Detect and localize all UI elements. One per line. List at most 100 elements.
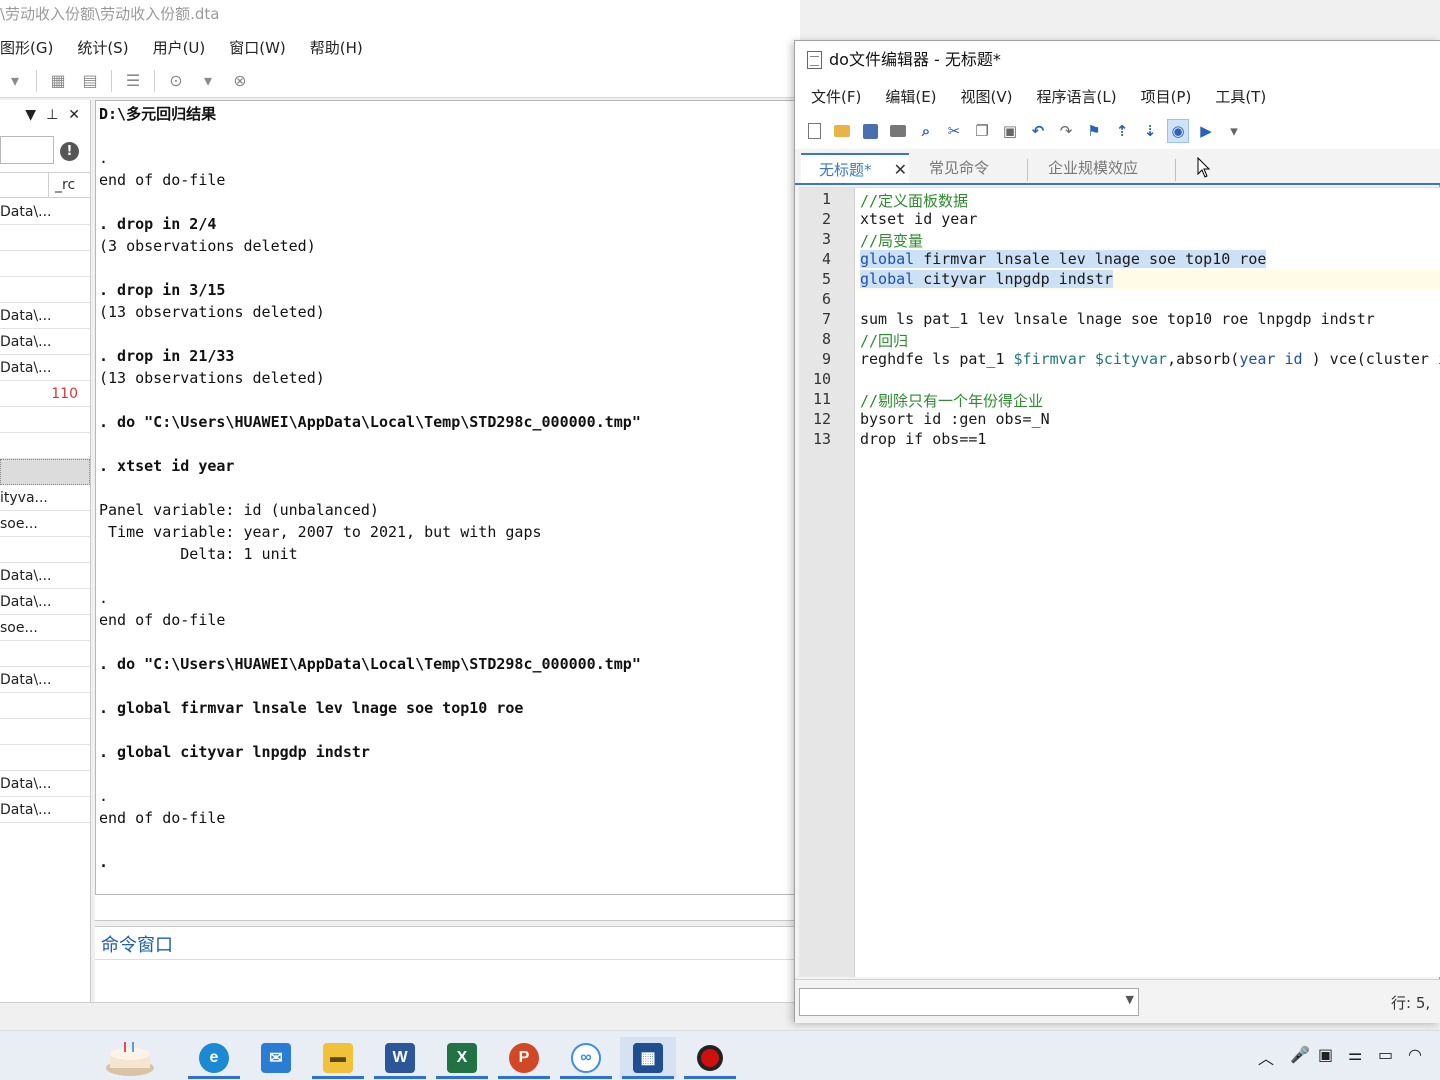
rc-column-header[interactable]: _rc — [48, 173, 75, 197]
history-row[interactable]: Data\... — [0, 589, 90, 615]
history-row[interactable]: Data\... — [0, 667, 90, 693]
history-row[interactable] — [0, 277, 90, 303]
history-row[interactable]: ityva... — [0, 485, 90, 511]
history-row[interactable]: Data\... — [0, 797, 90, 823]
menu-statistics[interactable]: 统计(S) — [77, 37, 128, 58]
execute-dropdown-icon[interactable]: ▾ — [1223, 119, 1245, 143]
settings-sliders-icon[interactable]: ⚌ — [1348, 1045, 1362, 1064]
history-row[interactable]: Data\... — [0, 355, 90, 381]
find-icon[interactable]: ⌕ — [915, 119, 937, 143]
stata-icon[interactable]: ▦ — [620, 1037, 676, 1079]
chevron-down-icon[interactable]: ▼ — [1126, 993, 1134, 1006]
menu-project[interactable]: 项目(P) — [1141, 86, 1192, 107]
close-icon[interactable]: ✕ — [68, 107, 80, 123]
show-file-in-viewer-icon[interactable]: ◉ — [1167, 119, 1189, 143]
history-row[interactable]: Data\... — [0, 563, 90, 589]
powerpoint-icon[interactable]: P — [496, 1037, 552, 1079]
dropdown-arrow-icon[interactable]: ▾ — [4, 70, 26, 92]
save-icon[interactable] — [859, 119, 881, 143]
menu-tools[interactable]: 工具(T) — [1215, 86, 1266, 107]
execute-icon[interactable]: ▶ — [1195, 119, 1217, 143]
wifi-icon[interactable]: ◠ — [1408, 1045, 1422, 1064]
break-icon[interactable]: ⊗ — [229, 70, 251, 92]
history-row[interactable] — [0, 641, 90, 667]
line-number: 6 — [821, 290, 831, 308]
redo-icon[interactable]: ↷ — [1055, 119, 1077, 143]
history-row[interactable] — [0, 745, 90, 771]
tab-firm-size-effect[interactable]: 企业规模效应 — [1048, 153, 1138, 183]
chevron-up-icon[interactable]: ︿ — [1258, 1045, 1274, 1069]
open-folder-icon[interactable] — [831, 119, 853, 143]
cut-icon[interactable]: ✂ — [943, 119, 965, 143]
word-icon[interactable]: W — [372, 1037, 428, 1079]
variable-filter-input[interactable] — [0, 136, 54, 164]
tab-common-commands[interactable]: 常见命令 — [929, 153, 989, 183]
history-row[interactable]: 110 — [0, 381, 90, 407]
toggle-bookmark-icon[interactable]: ⚑ — [1083, 119, 1105, 143]
history-row[interactable] — [0, 537, 90, 563]
history-row-text: soe... — [0, 516, 38, 532]
history-row[interactable] — [0, 719, 90, 745]
file-explorer-icon[interactable]: ▬ — [310, 1037, 366, 1079]
history-row[interactable] — [0, 251, 90, 277]
history-row[interactable]: Data\... — [0, 199, 90, 225]
more-icon[interactable]: ⊙ — [165, 70, 187, 92]
pin-icon[interactable]: ⊥ — [46, 107, 58, 123]
history-row[interactable] — [0, 693, 90, 719]
excel-icon[interactable]: X — [434, 1037, 490, 1079]
previous-bookmark-icon[interactable]: ⇡ — [1111, 119, 1133, 143]
mail-icon[interactable]: ✉ — [248, 1037, 304, 1079]
menu-edit[interactable]: 编辑(E) — [885, 86, 936, 107]
recorder-icon[interactable] — [682, 1037, 738, 1079]
code-line: reghdfe ls pat_1 $firmvar $cityvar,absor… — [860, 350, 1440, 368]
history-row[interactable]: Data\... — [0, 771, 90, 797]
baidu-netdisk-icon[interactable]: ∞ — [558, 1037, 614, 1079]
tab-untitled[interactable]: 无标题* ✕ — [801, 153, 909, 183]
copy-icon[interactable]: ❐ — [971, 119, 993, 143]
paste-icon[interactable]: ▣ — [999, 119, 1021, 143]
history-row[interactable]: Data\... — [0, 303, 90, 329]
results-window[interactable]: D:\多元回归结果 . end of do-file . drop in 2/4… — [95, 100, 795, 895]
undo-icon[interactable]: ↶ — [1027, 119, 1049, 143]
menu-help[interactable]: 帮助(H) — [310, 37, 363, 58]
history-row[interactable]: soe... — [0, 511, 90, 537]
mouse-cursor-icon — [1197, 157, 1211, 178]
variables-manager-icon[interactable]: ☰ — [122, 70, 144, 92]
filter-icon[interactable]: ▼ — [25, 107, 36, 123]
data-browser-icon[interactable]: ▤ — [79, 70, 101, 92]
history-row-text: Data\... — [0, 776, 52, 792]
menu-user[interactable]: 用户(U) — [153, 37, 206, 58]
security-icon[interactable]: ▣ — [1318, 1045, 1333, 1064]
cake-app-icon[interactable] — [102, 1037, 158, 1079]
history-row[interactable]: soe... — [0, 615, 90, 641]
code-line: sum ls pat_1 lev lnsale lnage soe top10 … — [860, 310, 1375, 328]
code-editor[interactable]: 1 2 3 4 5 6 7 8 9 10 11 12 13 //定义面板数据 xtset id year /… — [799, 187, 1440, 977]
history-row[interactable] — [0, 459, 90, 485]
microphone-icon[interactable]: 🎤 — [1290, 1045, 1310, 1064]
menu-language[interactable]: 程序语言(L) — [1037, 86, 1117, 107]
battery-icon[interactable]: ▭ — [1378, 1045, 1393, 1064]
menu-graphics[interactable]: 图形(G) — [0, 37, 53, 58]
close-tab-icon[interactable]: ✕ — [894, 155, 907, 185]
history-row[interactable]: Data\... — [0, 329, 90, 355]
command-combo-box[interactable]: ▼ — [799, 988, 1139, 1016]
more-dropdown-icon[interactable]: ▾ — [197, 70, 219, 92]
line-number: 3 — [821, 230, 831, 248]
warning-icon[interactable]: ! — [60, 142, 79, 161]
history-row[interactable] — [0, 433, 90, 459]
data-editor-icon[interactable]: ▦ — [47, 70, 69, 92]
edge-icon[interactable]: e — [186, 1037, 242, 1079]
next-bookmark-icon[interactable]: ⇣ — [1139, 119, 1161, 143]
code-line: //剔除只有一个年份得企业 — [860, 392, 1044, 410]
results-line: end of do-file — [99, 809, 226, 827]
menu-file[interactable]: 文件(F) — [811, 86, 861, 107]
results-scroll-area[interactable] — [95, 895, 795, 921]
history-row[interactable] — [0, 225, 90, 251]
command-input[interactable] — [95, 959, 795, 1003]
new-file-icon[interactable] — [803, 119, 825, 143]
menu-view[interactable]: 视图(V) — [961, 86, 1013, 107]
history-row[interactable] — [0, 407, 90, 433]
menu-window[interactable]: 窗口(W) — [229, 37, 286, 58]
results-line: (3 observations deleted) — [99, 237, 316, 255]
print-icon[interactable] — [887, 119, 909, 143]
